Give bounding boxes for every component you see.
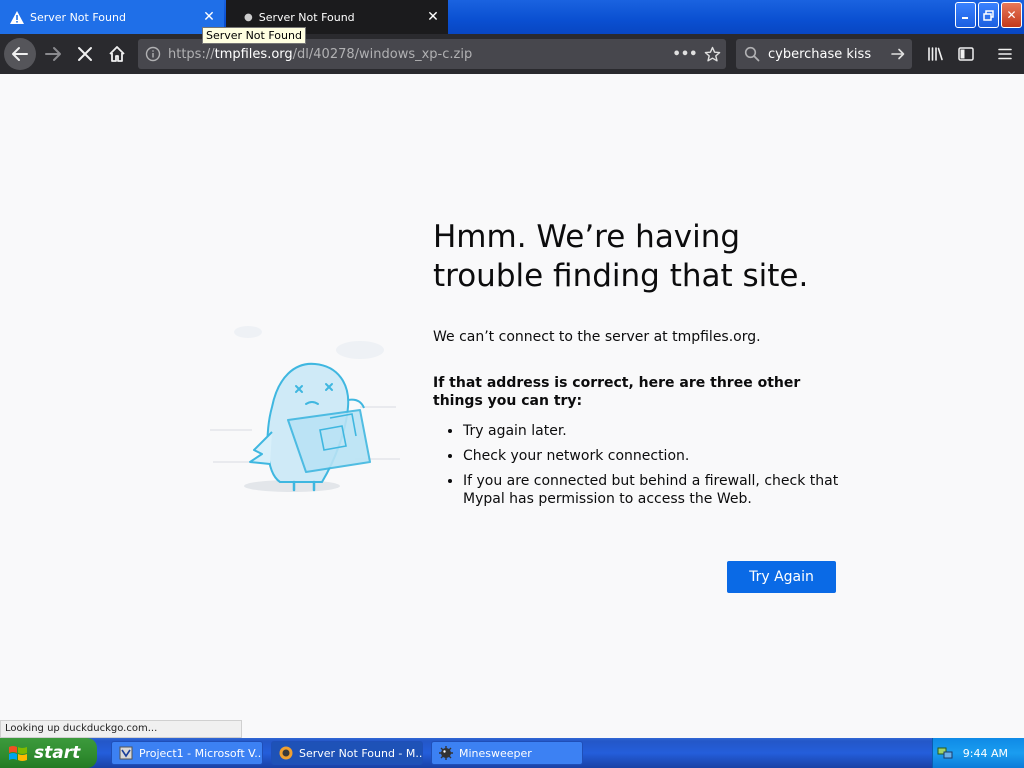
- error-message: Hmm. We’re having trouble finding that s…: [433, 218, 843, 515]
- task-label: Minesweeper: [459, 746, 532, 760]
- minimize-button[interactable]: [955, 2, 976, 28]
- list-item: If you are connected but behind a firewa…: [463, 472, 843, 508]
- warning-icon: [10, 10, 24, 24]
- stop-button[interactable]: [73, 42, 97, 66]
- home-button[interactable]: [105, 42, 129, 66]
- start-button[interactable]: start: [0, 738, 97, 768]
- window-controls: ✕: [955, 2, 1022, 28]
- search-bar[interactable]: cyberchase kiss: [736, 39, 912, 69]
- url-text[interactable]: https://tmpfiles.org/dl/40278/windows_xp…: [168, 47, 672, 62]
- page-title: Hmm. We’re having trouble finding that s…: [433, 219, 809, 294]
- try-again-button[interactable]: Try Again: [727, 561, 836, 593]
- stop-icon: [78, 47, 92, 61]
- visual-basic-icon: [119, 746, 133, 760]
- home-icon: [109, 46, 125, 62]
- taskbar: start Project1 - Microsoft V... Server N…: [0, 738, 1024, 768]
- sidebar-button[interactable]: [954, 42, 978, 66]
- start-label: start: [34, 743, 81, 763]
- library-button[interactable]: [923, 42, 947, 66]
- search-icon: [736, 46, 768, 62]
- taskbar-item-server-not-found[interactable]: Server Not Found - M...: [271, 741, 423, 765]
- close-window-button[interactable]: ✕: [1001, 2, 1022, 28]
- forward-button[interactable]: [41, 42, 65, 66]
- close-tab-icon[interactable]: ✕: [198, 9, 220, 25]
- sidebar-icon: [958, 47, 974, 61]
- loading-dot-icon: ●: [244, 11, 253, 23]
- mypal-icon: [279, 746, 293, 760]
- page-actions-icon[interactable]: •••: [672, 47, 698, 62]
- list-item: Try again later.: [463, 422, 843, 440]
- windows-logo-icon: [9, 746, 27, 761]
- minesweeper-icon: [439, 746, 453, 760]
- suggestions-heading: If that address is correct, here are thr…: [433, 375, 801, 409]
- list-item: Check your network connection.: [463, 447, 843, 465]
- dinosaur-illustration: [210, 326, 400, 492]
- back-arrow-icon: [12, 47, 28, 61]
- url-host: tmpfiles.org: [214, 46, 293, 62]
- navigation-toolbar: https://tmpfiles.org/dl/40278/windows_xp…: [0, 34, 1024, 74]
- tab-label: Server Not Found: [30, 10, 126, 24]
- menu-button[interactable]: [993, 42, 1017, 66]
- task-label: Server Not Found - M...: [299, 746, 423, 760]
- suggestions-list: Try again later. Check your network conn…: [433, 422, 843, 508]
- error-description: We can’t connect to the server at tmpfil…: [433, 329, 761, 345]
- back-button[interactable]: [4, 38, 36, 70]
- url-prefix: https://: [168, 46, 215, 62]
- library-icon: [928, 47, 943, 61]
- tab-strip: Server Not Found ✕ ● Server Not Found ✕ …: [0, 0, 1024, 34]
- tab-tooltip: Server Not Found: [202, 27, 306, 44]
- bookmark-star-icon[interactable]: [698, 46, 726, 63]
- error-page: Hmm. We’re having trouble finding that s…: [0, 74, 1024, 738]
- network-icon[interactable]: [937, 745, 953, 761]
- hamburger-menu-icon: [998, 48, 1012, 60]
- tab-label: Server Not Found: [258, 10, 355, 24]
- forward-arrow-icon: [45, 47, 61, 61]
- search-go-icon[interactable]: [884, 46, 912, 62]
- close-tab-icon[interactable]: ✕: [422, 9, 444, 25]
- info-icon[interactable]: [138, 46, 168, 62]
- clock[interactable]: 9:44 AM: [963, 747, 1008, 760]
- taskbar-item-minesweeper[interactable]: Minesweeper: [431, 741, 583, 765]
- restore-button[interactable]: [978, 2, 999, 28]
- tab-server-not-found-active[interactable]: Server Not Found ✕: [0, 0, 224, 34]
- search-input[interactable]: cyberchase kiss: [768, 47, 884, 62]
- system-tray: 9:44 AM: [932, 738, 1024, 768]
- status-text: Looking up duckduckgo.com...: [0, 720, 242, 738]
- url-path: /dl/40278/windows_xp-c.zip: [292, 46, 473, 62]
- taskbar-item-project1[interactable]: Project1 - Microsoft V...: [111, 741, 263, 765]
- task-label: Project1 - Microsoft V...: [139, 746, 263, 760]
